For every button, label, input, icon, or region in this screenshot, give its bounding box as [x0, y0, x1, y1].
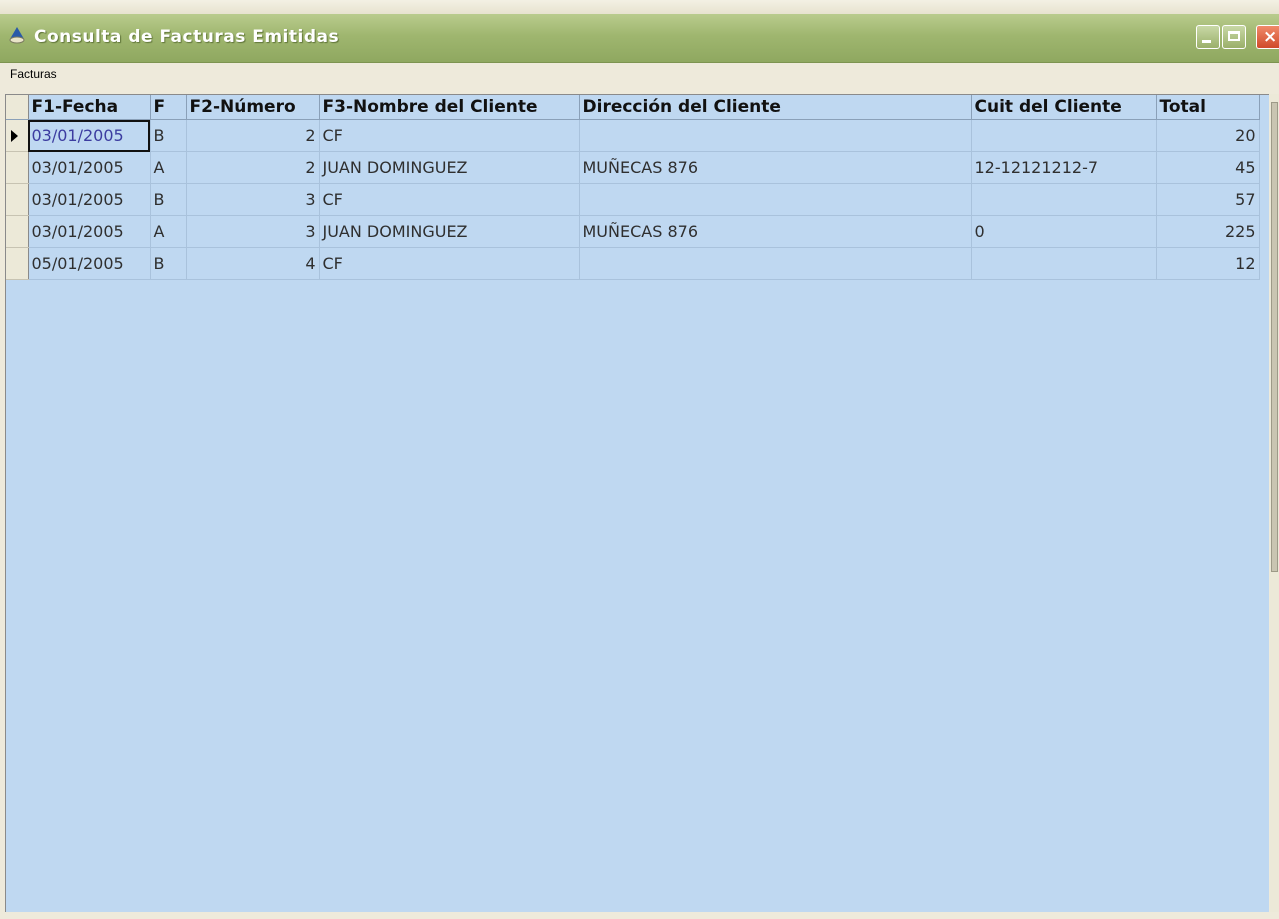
table-row[interactable]: 03/01/2005 A 3 JUAN DOMINGUEZ MUÑECAS 87…	[6, 215, 1260, 248]
cell-f[interactable]: B	[150, 119, 187, 152]
cell-f[interactable]: B	[150, 247, 187, 280]
menu-item-facturas[interactable]: Facturas	[10, 67, 57, 81]
grid-header-row: F1-Fecha F F2-Número F3-Nombre del Clien…	[6, 95, 1260, 120]
cell-direccion[interactable]	[579, 119, 972, 152]
minimize-button[interactable]	[1196, 25, 1220, 49]
row-selector[interactable]	[6, 247, 29, 280]
column-header-f[interactable]: F	[150, 95, 187, 120]
cell-numero[interactable]: 4	[186, 247, 320, 280]
window-top-edge	[0, 0, 1279, 15]
column-header-total[interactable]: Total	[1156, 95, 1260, 120]
maximize-icon	[1228, 31, 1240, 41]
table-row[interactable]: 03/01/2005 B 3 CF 57	[6, 183, 1260, 216]
cell-direccion[interactable]: MUÑECAS 876	[579, 215, 972, 248]
cell-cuit[interactable]	[971, 247, 1157, 280]
cell-f[interactable]: A	[150, 215, 187, 248]
cell-nombre[interactable]: JUAN DOMINGUEZ	[319, 151, 580, 184]
cell-total[interactable]: 12	[1156, 247, 1260, 280]
cell-nombre[interactable]: CF	[319, 183, 580, 216]
cell-numero[interactable]: 3	[186, 215, 320, 248]
cell-f[interactable]: B	[150, 183, 187, 216]
cell-cuit[interactable]: 0	[971, 215, 1157, 248]
window-bottom-edge	[0, 912, 1279, 919]
cell-numero[interactable]: 3	[186, 183, 320, 216]
cell-cuit[interactable]	[971, 183, 1157, 216]
maximize-button[interactable]	[1222, 25, 1246, 49]
row-selector[interactable]	[6, 151, 29, 184]
cell-total[interactable]: 57	[1156, 183, 1260, 216]
minimize-icon	[1202, 40, 1211, 43]
header-row-selector	[6, 95, 29, 120]
invoice-table: F1-Fecha F F2-Número F3-Nombre del Clien…	[6, 95, 1260, 280]
window-title: Consulta de Facturas Emitidas	[34, 27, 340, 47]
table-row[interactable]: 03/01/2005 A 2 JUAN DOMINGUEZ MUÑECAS 87…	[6, 151, 1260, 184]
cell-total[interactable]: 20	[1156, 119, 1260, 152]
invoice-grid[interactable]: F1-Fecha F F2-Número F3-Nombre del Clien…	[5, 94, 1269, 913]
cell-total[interactable]: 45	[1156, 151, 1260, 184]
cell-cuit[interactable]	[971, 119, 1157, 152]
cell-direccion[interactable]: MUÑECAS 876	[579, 151, 972, 184]
cell-numero[interactable]: 2	[186, 119, 320, 152]
cell-fecha[interactable]: 03/01/2005	[28, 183, 151, 216]
cell-numero[interactable]: 2	[186, 151, 320, 184]
row-selector[interactable]	[6, 215, 29, 248]
close-icon: ×	[1263, 27, 1278, 47]
current-row-pointer-icon	[11, 130, 18, 142]
cell-nombre[interactable]: CF	[319, 119, 580, 152]
column-header-nombre[interactable]: F3-Nombre del Cliente	[319, 95, 580, 120]
cell-total[interactable]: 225	[1156, 215, 1260, 248]
cell-nombre[interactable]: JUAN DOMINGUEZ	[319, 215, 580, 248]
scrollbar-thumb[interactable]	[1271, 102, 1278, 572]
cell-direccion[interactable]	[579, 183, 972, 216]
row-selector[interactable]	[6, 183, 29, 216]
vertical-scrollbar[interactable]	[1270, 94, 1279, 912]
column-header-cuit[interactable]: Cuit del Cliente	[971, 95, 1157, 120]
column-header-direccion[interactable]: Dirección del Cliente	[579, 95, 972, 120]
cell-nombre[interactable]: CF	[319, 247, 580, 280]
column-header-numero[interactable]: F2-Número	[186, 95, 320, 120]
cell-direccion[interactable]	[579, 247, 972, 280]
table-row[interactable]: 05/01/2005 B 4 CF 12	[6, 247, 1260, 280]
cell-fecha[interactable]: 03/01/2005	[28, 151, 151, 184]
menu-bar: Facturas	[0, 63, 1279, 87]
table-row[interactable]: 03/01/2005 B 2 CF 20	[6, 119, 1260, 152]
app-icon	[9, 27, 25, 44]
row-selector[interactable]	[6, 119, 29, 152]
cell-cuit[interactable]: 12-12121212-7	[971, 151, 1157, 184]
cell-f[interactable]: A	[150, 151, 187, 184]
cell-fecha[interactable]: 03/01/2005	[28, 119, 151, 152]
cell-fecha[interactable]: 05/01/2005	[28, 247, 151, 280]
cell-fecha[interactable]: 03/01/2005	[28, 215, 151, 248]
close-button[interactable]: ×	[1256, 25, 1279, 49]
column-header-fecha[interactable]: F1-Fecha	[28, 95, 151, 120]
